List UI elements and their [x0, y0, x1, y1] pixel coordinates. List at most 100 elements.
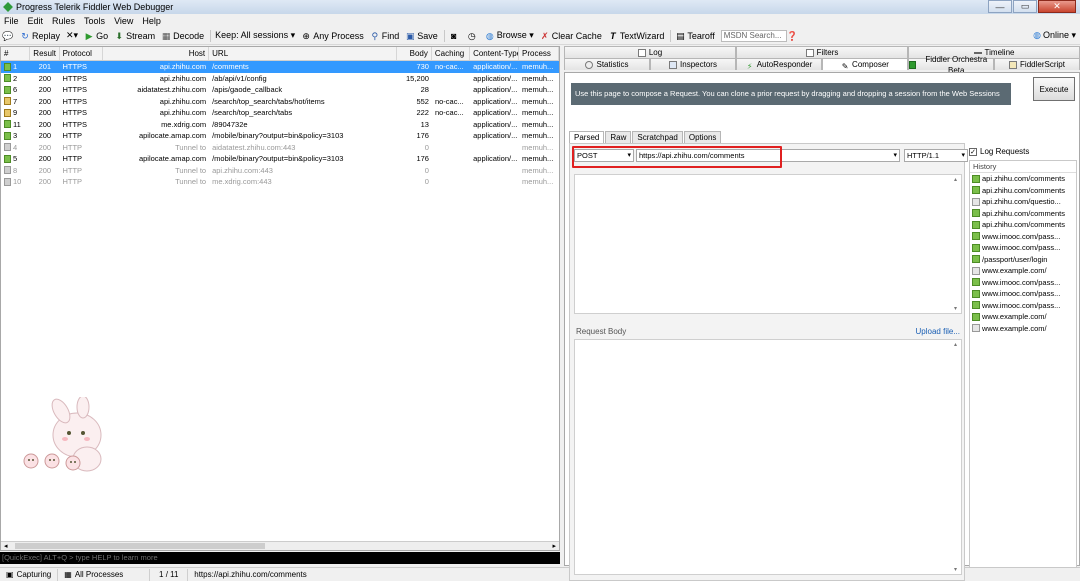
scroll-up-arrow-icon[interactable]: ▴ — [954, 341, 960, 348]
web-sessions-list[interactable]: # Result Protocol Host URL Body Caching … — [0, 46, 560, 551]
subtab-parsed[interactable]: Parsed — [569, 131, 605, 143]
history-list[interactable]: History api.zhihu.com/comments api.zhihu.… — [969, 160, 1077, 568]
menu-rules[interactable]: Rules — [52, 16, 75, 26]
col-header-body[interactable]: Body — [397, 47, 432, 60]
upload-file-link[interactable]: Upload file... — [916, 327, 960, 336]
replay-button[interactable]: ↻ Replay — [20, 31, 60, 41]
session-row[interactable]: 11 200 HTTPS me.xdrig.com/8904732e 13 applica… — [1, 119, 559, 131]
session-cell-caching — [432, 142, 470, 154]
decode-button[interactable]: ▦ Decode — [161, 31, 204, 41]
scroll-down-arrow-icon[interactable]: ▾ — [954, 305, 960, 312]
col-header-result[interactable]: Result — [30, 47, 60, 60]
col-header-protocol[interactable]: Protocol — [60, 47, 104, 60]
history-item[interactable]: www.imooc.com/pass... — [970, 288, 1076, 300]
execute-button[interactable]: Execute — [1033, 77, 1075, 101]
session-cell-url: /apis/gaode_callback — [212, 85, 283, 94]
help-icon[interactable]: ❓ — [787, 31, 798, 41]
scroll-up-arrow-icon[interactable]: ▴ — [954, 176, 960, 183]
session-row[interactable]: 8 200 HTTP Tunnel to api.zhihu.com:443 0 memuh… — [1, 165, 559, 177]
session-row[interactable]: 1 201 HTTPS api.zhihu.com/comments 730 no-cac… — [1, 61, 559, 73]
history-item[interactable]: api.zhihu.com/comments — [970, 185, 1076, 197]
tab-composer[interactable]: ✎ Composer — [822, 58, 908, 71]
online-indicator[interactable]: ◍ Online ▾ — [1033, 30, 1076, 41]
session-row[interactable]: 7 200 HTTPS api.zhihu.com/search/top_search… — [1, 96, 559, 108]
msdn-search[interactable]: MSDN Search... ❓ — [720, 29, 799, 42]
history-item[interactable]: /passport/user/login — [970, 254, 1076, 266]
menu-help[interactable]: Help — [142, 16, 161, 26]
col-header-num[interactable]: # — [1, 47, 31, 60]
log-requests-checkbox[interactable]: ✓ Log Requests — [969, 147, 1077, 156]
session-row[interactable]: 10 200 HTTP Tunnel to me.xdrig.com:443 0 memuh… — [1, 176, 559, 188]
sessions-horizontal-scrollbar[interactable]: ◂ ▸ — [1, 541, 559, 550]
history-item[interactable]: www.imooc.com/pass... — [970, 242, 1076, 254]
save-button[interactable]: ▣ Save — [405, 31, 438, 41]
history-item[interactable]: www.imooc.com/pass... — [970, 277, 1076, 289]
session-cell-url: /ab/api/v1/config — [212, 73, 267, 83]
capturing-toggle[interactable]: ▣ Capturing — [0, 568, 59, 581]
history-item[interactable]: api.zhihu.com/comments — [970, 173, 1076, 185]
session-num-label: 5 — [13, 154, 18, 163]
comment-button[interactable]: 💬 — [2, 31, 14, 41]
session-row[interactable]: 9 200 HTTPS api.zhihu.com/search/top_search… — [1, 107, 559, 119]
col-header-host[interactable]: Host — [103, 47, 210, 60]
menu-edit[interactable]: Edit — [28, 16, 44, 26]
process-filter-label: All Processes — [74, 570, 124, 579]
subtab-scratchpad[interactable]: Scratchpad — [632, 131, 683, 143]
subtab-options[interactable]: Options — [683, 131, 722, 143]
col-header-url[interactable]: URL — [209, 47, 398, 60]
scroll-right-arrow-icon[interactable]: ▸ — [552, 542, 556, 550]
history-item[interactable]: api.zhihu.com/comments — [970, 208, 1076, 220]
clear-cache-button[interactable]: ✗ Clear Cache — [540, 31, 602, 41]
screenshot-button[interactable]: ◙ — [449, 31, 461, 41]
scroll-thumb[interactable] — [15, 543, 265, 549]
remove-button[interactable]: ✕▾ — [66, 30, 78, 41]
scroll-left-arrow-icon[interactable]: ◂ — [4, 542, 8, 550]
tab-inspectors[interactable]: Inspectors — [650, 58, 736, 70]
session-row[interactable]: 3 200 HTTP apilocate.amap.com/mobile/binary… — [1, 130, 559, 142]
session-cell-caching: no-cac... — [434, 96, 464, 106]
browse-button[interactable]: ◍ Browse ▾ — [485, 30, 534, 41]
maximize-button[interactable]: ▭ — [1013, 0, 1037, 13]
tab-log[interactable]: Log — [564, 46, 736, 58]
msdn-search-input[interactable]: MSDN Search... — [720, 29, 787, 42]
quickexec-input[interactable]: [QuickExec] ALT+Q > type HELP to learn m… — [0, 552, 560, 564]
process-filter[interactable]: ▦ All Processes — [58, 568, 151, 581]
history-item[interactable]: api.zhihu.com/questio... — [970, 196, 1076, 208]
session-row[interactable]: 6 200 HTTPS aidatatest.zhihu.com/apis/gaode… — [1, 84, 559, 96]
session-row[interactable]: 4 200 HTTP Tunnel to aidatatest.zhihu.com:44… — [1, 142, 559, 154]
timer-button[interactable]: ◷ — [467, 31, 479, 41]
session-row[interactable]: 5 200 HTTP apilocate.amap.com/mobile/binary… — [1, 153, 559, 165]
col-header-content-type[interactable]: Content-Type — [470, 47, 519, 60]
close-button[interactable]: ✕ — [1038, 0, 1076, 13]
subtab-raw[interactable]: Raw — [605, 131, 632, 143]
find-button[interactable]: ⚲ Find — [370, 31, 399, 41]
history-item[interactable]: www.example.com/ — [970, 311, 1076, 323]
history-item[interactable]: www.example.com/ — [970, 265, 1076, 277]
menu-file[interactable]: File — [4, 16, 19, 26]
history-item[interactable]: www.imooc.com/pass... — [970, 300, 1076, 312]
minimize-button[interactable]: — — [988, 0, 1012, 13]
tab-filters[interactable]: Filters — [736, 46, 908, 58]
tab-fiddlerscript[interactable]: FiddlerScript — [994, 58, 1080, 70]
col-header-caching[interactable]: Caching — [432, 47, 471, 60]
col-header-process[interactable]: Process — [519, 47, 559, 60]
scroll-down-arrow-icon[interactable]: ▾ — [954, 566, 960, 573]
request-body-textarea[interactable]: ▴ ▾ — [574, 339, 962, 575]
tab-statistics[interactable]: Statistics — [564, 58, 650, 70]
tab-fiddler-orchestra[interactable]: Fiddler Orchestra Beta — [908, 55, 994, 75]
session-row[interactable]: 2 200 HTTPS api.zhihu.com/ab/api/v1/config 1… — [1, 73, 559, 85]
stream-button[interactable]: ⬇ Stream — [114, 31, 155, 41]
tearoff-button[interactable]: ▤ Tearoff — [675, 31, 715, 41]
history-item[interactable]: www.example.com/ — [970, 323, 1076, 335]
history-item[interactable]: api.zhihu.com/comments — [970, 219, 1076, 231]
any-process-button[interactable]: ⊕ Any Process — [301, 31, 363, 41]
request-headers-textarea[interactable]: ▴ ▾ — [574, 174, 962, 314]
menu-tools[interactable]: Tools — [84, 16, 105, 26]
tab-autoresponder[interactable]: ⚡ AutoResponder — [736, 58, 822, 71]
keep-sessions-dropdown[interactable]: Keep: All sessions ▾ — [215, 30, 295, 41]
go-button[interactable]: ▶ Go — [84, 31, 108, 41]
history-item[interactable]: www.imooc.com/pass... — [970, 231, 1076, 243]
menu-view[interactable]: View — [114, 16, 133, 26]
http-version-select[interactable]: HTTP/1.1 ▾ — [904, 149, 968, 162]
textwizard-button[interactable]: T TextWizard — [608, 31, 664, 41]
